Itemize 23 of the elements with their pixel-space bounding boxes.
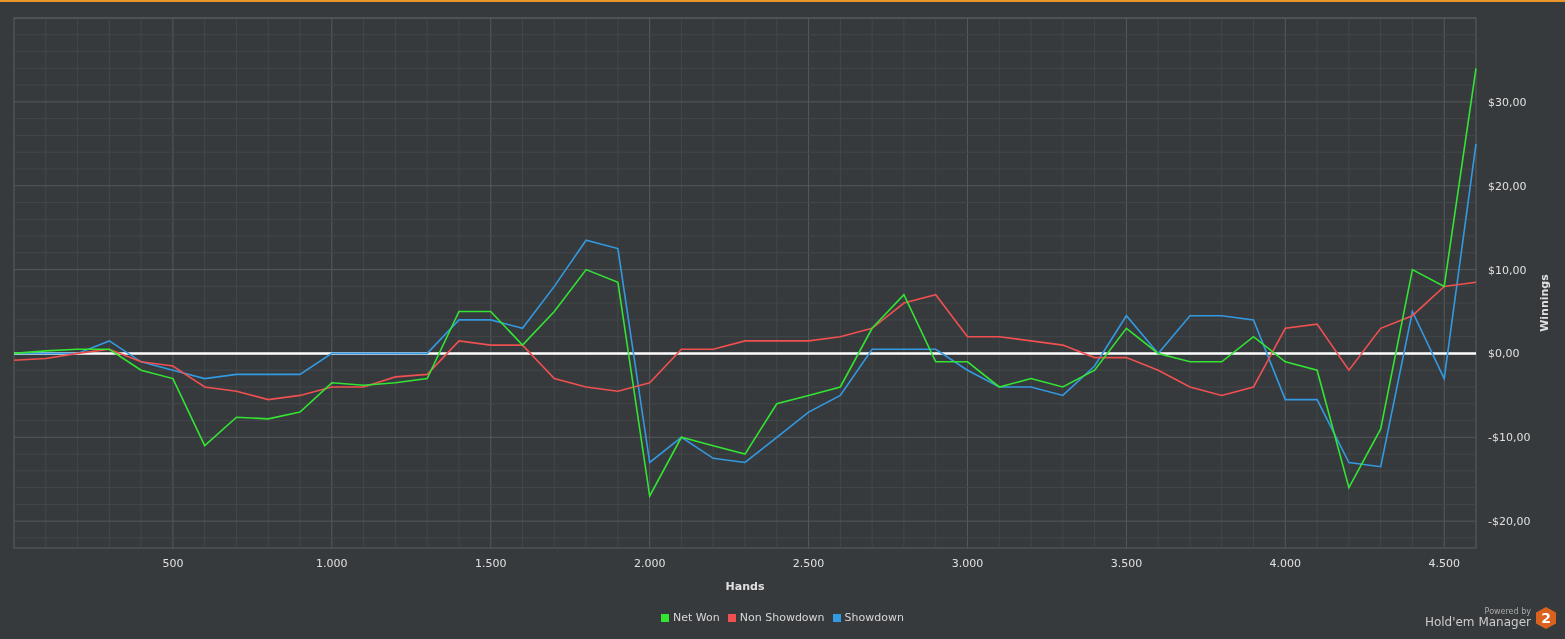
y-tick-label: $0,00 [1488,347,1520,361]
x-tick-label: 4.500 [1428,557,1460,570]
y-tick-label: -$10,00 [1488,431,1531,445]
x-tick-label: 1.000 [316,557,348,570]
legend-label[interactable]: Showdown [844,609,904,626]
product-name: Hold'em Manager [1424,616,1531,628]
x-axis-title: Hands [725,580,765,593]
x-tick-label: 1.500 [475,557,507,570]
x-tick-label: 3.000 [951,557,984,570]
x-tick-label: 2.000 [633,557,666,570]
y-axis-title: Winnings [1538,274,1551,332]
y-tick-label: $10,00 [1488,263,1527,277]
legend-label[interactable]: Non Showdown [739,609,825,626]
x-tick-label: 3.500 [1110,557,1143,570]
y-tick-label: -$20,00 [1488,515,1531,529]
logo-badge: 2 [1535,606,1557,630]
powered-by-caption: Powered by [1484,608,1531,616]
y-tick-label: $20,00 [1488,179,1527,193]
legend-label[interactable]: Net Won [673,609,720,626]
x-tick-label: 4.000 [1269,557,1302,570]
x-tick-label: 2.500 [792,557,825,570]
y-tick-label: $30,00 [1488,95,1527,109]
x-tick-label: 500 [162,557,184,570]
